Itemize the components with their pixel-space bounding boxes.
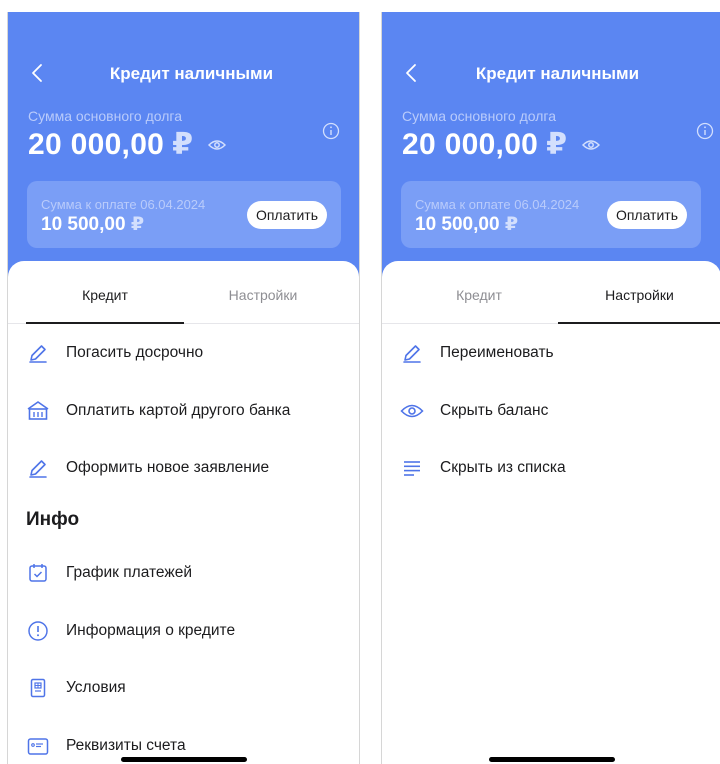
menu-item-hide-balance[interactable]: Скрыть баланс: [382, 391, 720, 431]
screen-settings-tab: Кредит наличными Сумма основного долга 2…: [381, 12, 720, 764]
tab-credit[interactable]: Кредит: [26, 285, 184, 324]
bottom-sheet: Кредит Настройки Погасить досрочно Оплат…: [8, 261, 359, 764]
eye-icon: [582, 139, 601, 150]
menu-item-label: Скрыть из списка: [440, 459, 566, 476]
payment-amount: 10 500,00 ₽: [41, 213, 144, 236]
menu-item-conditions[interactable]: Условия: [8, 668, 359, 708]
menu-item-label: Информация о кредите: [66, 622, 236, 639]
debt-amount-value: 20 000,00: [402, 127, 539, 161]
debt-amount: 20 000,00 ₽: [28, 127, 227, 162]
tab-credit-label: Кредит: [82, 287, 128, 303]
screen-credit-tab: Кредит наличными Сумма основного долга 2…: [7, 12, 360, 764]
tab-credit-label: Кредит: [456, 287, 502, 303]
page-title: Кредит наличными: [109, 64, 274, 83]
tab-bar: Кредит Настройки: [8, 285, 359, 324]
info-circle-icon: [26, 619, 50, 643]
pencil-icon: [26, 341, 50, 365]
payment-card: Сумма к оплате 06.04.2024 10 500,00 ₽ Оп…: [27, 181, 341, 248]
menu-item-label: Оплатить картой другого банка: [66, 402, 291, 419]
home-indicator: [488, 757, 615, 762]
tab-active-indicator: [26, 322, 184, 324]
menu-item-label: Переименовать: [440, 344, 554, 361]
tab-credit[interactable]: Кредит: [400, 285, 558, 323]
menu-item-early-repayment[interactable]: Погасить досрочно: [8, 333, 359, 373]
bank-icon: [26, 399, 50, 423]
menu-item-pay-other-bank[interactable]: Оплатить картой другого банка: [8, 391, 359, 431]
payment-amount: 10 500,00 ₽: [415, 213, 518, 236]
tab-active-indicator: [558, 322, 720, 324]
payment-card: Сумма к оплате 06.04.2024 10 500,00 ₽ Оп…: [401, 181, 701, 248]
currency-symbol: ₽: [130, 214, 145, 235]
calendar-icon: [26, 561, 50, 585]
pencil-icon: [26, 456, 50, 480]
info-icon[interactable]: [322, 122, 340, 140]
menu-item-label: Условия: [66, 679, 126, 696]
menu-item-label: Реквизиты счета: [66, 737, 186, 754]
currency-symbol: ₽: [546, 128, 568, 161]
debt-caption: Сумма основного долга: [28, 108, 183, 124]
eye-icon: [400, 399, 424, 423]
menu-item-rename[interactable]: Переименовать: [382, 333, 720, 373]
payment-amount-value: 10 500,00: [415, 214, 500, 235]
page-title: Кредит наличными: [475, 64, 640, 83]
payment-due-caption: Сумма к оплате 06.04.2024: [41, 197, 206, 212]
tab-settings[interactable]: Настройки: [558, 285, 720, 324]
tab-settings[interactable]: Настройки: [184, 285, 342, 323]
menu-item-new-application[interactable]: Оформить новое заявление: [8, 448, 359, 488]
list-icon: [400, 456, 424, 480]
currency-symbol: ₽: [504, 214, 519, 235]
bottom-sheet: Кредит Настройки Переименовать Скрыть ба…: [382, 261, 720, 764]
section-title-info: Инфо: [26, 509, 80, 530]
debt-amount: 20 000,00 ₽: [402, 127, 601, 162]
menu-item-label: Оформить новое заявление: [66, 459, 270, 476]
toggle-balance-button[interactable]: [207, 135, 227, 155]
payment-due-caption: Сумма к оплате 06.04.2024: [415, 197, 580, 212]
menu-item-label: График платежей: [66, 564, 192, 581]
menu-item-label: Скрыть баланс: [440, 402, 549, 419]
debt-amount-value: 20 000,00: [28, 127, 165, 161]
menu-item-credit-info[interactable]: Информация о кредите: [8, 611, 359, 651]
tab-settings-label: Настройки: [228, 287, 298, 303]
menu-item-hide-from-list[interactable]: Скрыть из списка: [382, 448, 720, 488]
pay-button[interactable]: Оплатить: [606, 201, 687, 229]
tab-bar: Кредит Настройки: [382, 285, 720, 324]
home-indicator: [120, 757, 247, 762]
id-card-icon: [26, 734, 50, 758]
menu-item-payment-schedule[interactable]: График платежей: [8, 553, 359, 593]
pay-button[interactable]: Оплатить: [246, 201, 327, 229]
eye-icon: [208, 139, 227, 150]
toggle-balance-button[interactable]: [581, 135, 601, 155]
payment-amount-value: 10 500,00: [41, 214, 126, 235]
debt-caption: Сумма основного долга: [402, 108, 557, 124]
pencil-icon: [400, 341, 424, 365]
document-icon: [26, 676, 50, 700]
currency-symbol: ₽: [172, 128, 194, 161]
tab-settings-label: Настройки: [605, 287, 674, 303]
info-icon[interactable]: [696, 122, 714, 140]
menu-item-label: Погасить досрочно: [66, 344, 204, 361]
